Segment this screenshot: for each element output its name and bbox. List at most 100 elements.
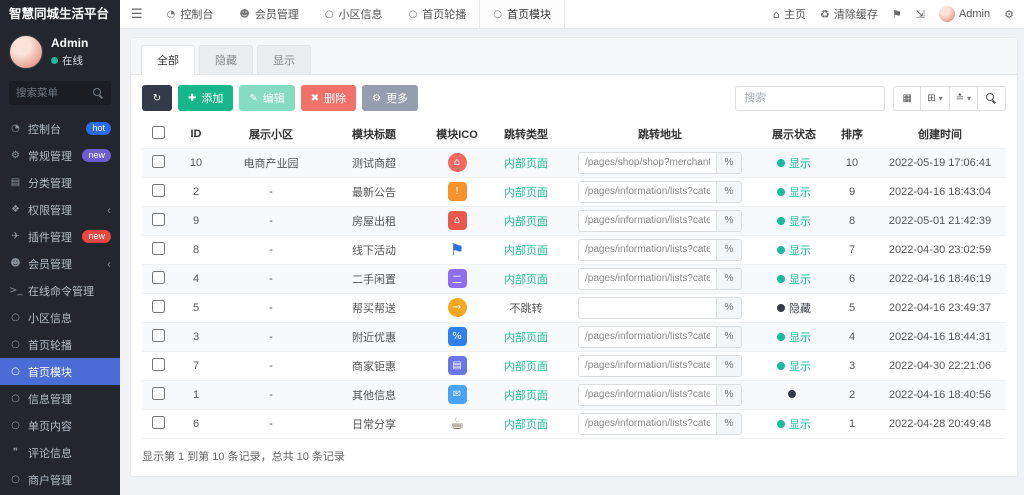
export-button[interactable]: ≛ ▾ xyxy=(949,85,978,111)
refresh-button[interactable]: ↻ xyxy=(142,85,172,111)
status-badge[interactable]: 显示 xyxy=(777,416,811,432)
link-button[interactable]: % xyxy=(716,238,742,261)
jump-url-input[interactable] xyxy=(578,180,716,203)
row-checkbox[interactable] xyxy=(151,270,165,284)
link-button[interactable]: % xyxy=(716,180,742,203)
status-badge[interactable]: 显示 xyxy=(777,155,811,171)
sidebar-item-info[interactable]: ○ 信息管理 xyxy=(0,385,120,412)
language-icon[interactable]: ⚑ xyxy=(892,8,902,21)
tab-member[interactable]: ☻ 会员管理 xyxy=(226,0,311,28)
sidebar-item-merchant[interactable]: ○ 商户管理 xyxy=(0,466,120,493)
sidebar-item-permission[interactable]: ❖ 权限管理 ‹ xyxy=(0,196,120,223)
sidebar-item-label: 首页轮播 xyxy=(28,339,72,352)
jump-url-input[interactable] xyxy=(578,151,716,174)
tab-console[interactable]: ◔ 控制台 xyxy=(154,0,227,28)
row-checkbox[interactable] xyxy=(151,299,165,313)
tab-all[interactable]: 全部 xyxy=(141,45,195,75)
column-header[interactable]: 模块标题 xyxy=(324,121,424,149)
link-button[interactable]: % xyxy=(716,209,742,232)
sidebar-search-input[interactable] xyxy=(16,87,93,99)
status-badge[interactable]: 显示 xyxy=(777,329,811,345)
select-all-checkbox[interactable] xyxy=(151,126,165,140)
link-button[interactable]: % xyxy=(716,383,742,406)
row-checkbox[interactable] xyxy=(151,328,165,342)
status-badge[interactable]: 显示 xyxy=(777,213,811,229)
status-badge[interactable]: 显示 xyxy=(777,271,811,287)
tab-community[interactable]: ○ 小区信息 xyxy=(312,0,396,28)
add-button[interactable]: ✚ 添加 xyxy=(178,85,234,111)
created-cell: 2022-04-28 20:49:48 xyxy=(874,409,1006,439)
tab-hidden[interactable]: 隐藏 xyxy=(199,45,253,74)
row-checkbox[interactable] xyxy=(151,357,165,371)
link-button[interactable]: % xyxy=(716,296,742,319)
avatar[interactable] xyxy=(9,35,43,69)
link-button[interactable]: % xyxy=(716,325,742,348)
link-button[interactable]: % xyxy=(716,267,742,290)
status-badge[interactable]: 显示 xyxy=(777,242,811,258)
sidebar-item-carousel[interactable]: ○ 首页轮播 xyxy=(0,331,120,358)
title-cell: 附近优惠 xyxy=(324,322,424,352)
clear-cache-button[interactable]: ♻ 清除缓存 xyxy=(820,6,878,22)
status-dot-icon xyxy=(777,332,785,341)
fixed-columns-button[interactable]: ▦ xyxy=(893,85,922,111)
row-checkbox[interactable] xyxy=(151,241,165,255)
circle-icon: ○ xyxy=(324,8,334,20)
delete-button[interactable]: ✖ 删除 xyxy=(300,85,357,111)
sidebar-item-comment[interactable]: ❞ 评论信息 xyxy=(0,439,120,466)
status-badge[interactable] xyxy=(788,389,800,398)
status-badge[interactable]: 隐藏 xyxy=(777,300,811,316)
tab-shown[interactable]: 显示 xyxy=(257,45,311,74)
row-checkbox[interactable] xyxy=(151,154,165,168)
row-checkbox[interactable] xyxy=(151,183,165,197)
status-badge[interactable]: 显示 xyxy=(777,184,811,200)
ico-cell: ▤ xyxy=(424,351,490,381)
gear-icon[interactable]: ⚙ xyxy=(1004,8,1014,21)
search-icon[interactable] xyxy=(93,87,104,99)
jump-url-input[interactable] xyxy=(578,238,716,261)
jump-url-input[interactable] xyxy=(578,296,716,319)
column-header[interactable]: 模块ICO xyxy=(424,121,490,149)
column-header[interactable]: ID xyxy=(174,121,218,149)
columns-toggle-button[interactable]: ⊞ ▾ xyxy=(921,85,950,111)
sidebar-item-command[interactable]: >_ 在线命令管理 xyxy=(0,277,120,304)
column-header[interactable]: 展示小区 xyxy=(218,121,324,149)
jump-url-input[interactable] xyxy=(578,354,716,377)
hamburger-icon[interactable]: ☰ xyxy=(120,0,154,28)
sidebar-item-category[interactable]: ▤ 分类管理 xyxy=(0,169,120,196)
jump-url-input[interactable] xyxy=(578,383,716,406)
sidebar-item-home-module[interactable]: ○ 首页模块 xyxy=(0,358,120,385)
jump-url-input[interactable] xyxy=(578,267,716,290)
column-header[interactable]: 排序 xyxy=(830,121,874,149)
tab-home-module[interactable]: ○ 首页模块 xyxy=(479,0,566,28)
home-link[interactable]: ⌂ 主页 xyxy=(773,6,806,22)
link-button[interactable]: % xyxy=(716,412,742,435)
more-button[interactable]: ⚙ 更多 xyxy=(362,85,419,111)
row-checkbox[interactable] xyxy=(151,212,165,226)
jump-url-input[interactable] xyxy=(578,412,716,435)
admin-menu[interactable]: Admin xyxy=(938,6,990,22)
link-button[interactable]: % xyxy=(716,354,742,377)
jump-url-input[interactable] xyxy=(578,325,716,348)
row-checkbox[interactable] xyxy=(151,415,165,429)
sidebar-item-page[interactable]: ○ 单页内容 xyxy=(0,412,120,439)
sidebar-item-plugin[interactable]: ✈ 插件管理 new xyxy=(0,223,120,250)
status-badge[interactable]: 显示 xyxy=(777,358,811,374)
edit-button[interactable]: ✎ 编辑 xyxy=(239,85,295,111)
export-icon: ≛ xyxy=(955,92,964,104)
tab-carousel[interactable]: ○ 首页轮播 xyxy=(396,0,480,28)
table-header-row: ID展示小区模块标题模块ICO跳转类型跳转地址展示状态排序创建时间操作 xyxy=(142,121,1006,149)
column-header[interactable]: 创建时间 xyxy=(874,121,1006,149)
jump-url-input[interactable] xyxy=(578,209,716,232)
column-header[interactable]: 跳转地址 xyxy=(562,121,758,149)
row-checkbox[interactable] xyxy=(151,386,165,400)
column-header[interactable]: 展示状态 xyxy=(758,121,830,149)
sidebar-item-member[interactable]: ☻ 会员管理 ‹ xyxy=(0,250,120,277)
fullscreen-icon[interactable]: ⇲ xyxy=(916,8,925,21)
sidebar-item-console[interactable]: ◔ 控制台 hot xyxy=(0,115,120,142)
sidebar-item-community[interactable]: ○ 小区信息 xyxy=(0,304,120,331)
table-search-input[interactable] xyxy=(735,85,886,111)
column-header[interactable]: 跳转类型 xyxy=(490,121,562,149)
sidebar-item-general[interactable]: ⚙ 常规管理 new xyxy=(0,142,120,169)
search-toggle-button[interactable] xyxy=(978,85,1006,111)
link-button[interactable]: % xyxy=(716,151,742,174)
